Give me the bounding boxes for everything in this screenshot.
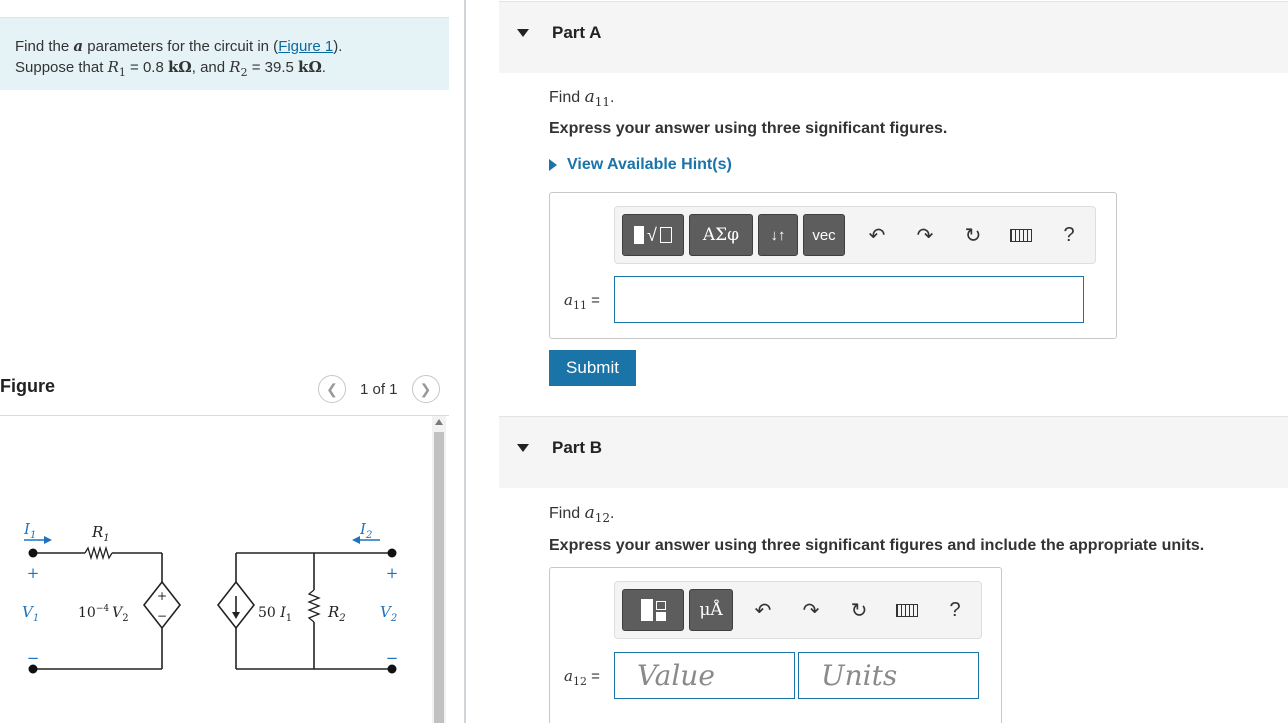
value-placeholder: Value xyxy=(637,659,715,692)
submit-button[interactable]: Submit xyxy=(549,350,636,386)
panel-divider xyxy=(464,0,466,723)
v2-plus: + xyxy=(386,564,399,582)
figure-pager: ❮ 1 of 1 ❯ xyxy=(318,375,440,403)
a12-input-label: a12 = xyxy=(564,667,600,688)
units-button[interactable]: μÅ xyxy=(689,589,733,631)
reset-icon[interactable]: ↻ xyxy=(845,596,873,624)
dep-voltage-source-label: 10−4 V2 xyxy=(78,604,129,624)
chevron-right-icon: ❯ xyxy=(419,380,432,397)
v1-minus: − xyxy=(27,649,40,667)
v1-label: V1 xyxy=(22,603,39,624)
dep-source-plus: + xyxy=(157,589,167,603)
value-units-template-button[interactable] xyxy=(622,589,684,631)
part-a-answer-box: √ ΑΣφ ↓↑ vec ↶ ↷ ↻ ? a11 = xyxy=(549,192,1117,339)
units-input[interactable]: Units xyxy=(798,652,979,699)
part-a-instructions: Express your answer using three signific… xyxy=(549,120,948,137)
problem-statement: Find the a parameters for the circuit in… xyxy=(0,17,449,90)
part-a-header[interactable]: Part A xyxy=(499,1,1288,73)
i1-label: I1 xyxy=(23,520,36,541)
reset-icon[interactable]: ↻ xyxy=(959,221,987,249)
redo-icon[interactable]: ↷ xyxy=(911,221,939,249)
a11-answer-input[interactable] xyxy=(614,276,1084,323)
value-units-template-icon xyxy=(640,599,666,621)
math-toolbar: √ ΑΣφ ↓↑ vec ↶ ↷ ↻ ? xyxy=(614,206,1096,264)
help-button[interactable]: ? xyxy=(1055,221,1083,249)
dep-source-minus: − xyxy=(157,609,167,623)
dep-current-source-label: 50 I1 xyxy=(258,605,292,624)
r1-label: R1 xyxy=(91,523,110,544)
figure-link[interactable]: Figure 1 xyxy=(278,38,333,55)
collapse-arrow-icon[interactable] xyxy=(517,444,529,452)
undo-icon[interactable]: ↶ xyxy=(863,221,891,249)
problem-line-2: Suppose that R1 = 0.8 kΩ, and R2 = 39.5 … xyxy=(15,58,326,79)
prev-figure-button[interactable]: ❮ xyxy=(318,375,346,403)
scroll-up-arrow-icon[interactable] xyxy=(435,419,443,425)
part-a-title: Part A xyxy=(552,23,602,42)
figure-divider xyxy=(0,415,449,416)
math-toolbar: μÅ ↶ ↷ ↻ ? xyxy=(614,581,982,639)
subscript-superscript-button[interactable]: ↓↑ xyxy=(758,214,798,256)
part-b-answer-box: μÅ ↶ ↷ ↻ ? a12 = Value Units xyxy=(549,567,1002,723)
expand-arrow-icon xyxy=(549,159,557,171)
help-button[interactable]: ? xyxy=(941,596,969,624)
i2-label: I2 xyxy=(359,520,372,541)
template-button[interactable]: √ xyxy=(622,214,684,256)
value-input[interactable]: Value xyxy=(614,652,795,699)
a11-input-label: a11 = xyxy=(564,291,600,312)
chevron-left-icon: ❮ xyxy=(326,380,338,397)
v2-label: V2 xyxy=(380,603,397,624)
v1-plus: + xyxy=(27,564,40,582)
redo-icon[interactable]: ↷ xyxy=(797,596,825,624)
undo-icon[interactable]: ↶ xyxy=(749,596,777,624)
collapse-arrow-icon[interactable] xyxy=(517,29,529,37)
part-b-title: Part B xyxy=(552,438,603,457)
next-figure-button[interactable]: ❯ xyxy=(411,375,440,403)
v2-minus: − xyxy=(386,649,399,667)
view-hints-link[interactable]: View Available Hint(s) xyxy=(549,156,732,174)
figure-scrollbar[interactable] xyxy=(432,416,446,723)
fraction-sqrt-template-icon: √ xyxy=(634,225,672,246)
vector-button[interactable]: vec xyxy=(803,214,845,256)
part-b-header[interactable]: Part B xyxy=(499,416,1288,488)
scrollbar-thumb[interactable] xyxy=(434,432,444,723)
r2-label: R2 xyxy=(327,603,346,624)
pager-text: 1 of 1 xyxy=(360,380,398,398)
keyboard-icon[interactable] xyxy=(1007,221,1035,249)
greek-symbols-button[interactable]: ΑΣφ xyxy=(689,214,753,256)
problem-line-1: Find the a parameters for the circuit in… xyxy=(15,37,343,55)
part-b-prompt: Find a12. xyxy=(549,503,615,526)
circuit-diagram: + − + − + − I1 I2 R1 V1 V2 10−4 V2 50 I1 … xyxy=(22,520,399,674)
units-placeholder: Units xyxy=(821,659,898,692)
figure-title: Figure xyxy=(0,376,56,396)
part-b-instructions: Express your answer using three signific… xyxy=(549,537,1205,554)
part-a-prompt: Find a11. xyxy=(549,87,615,110)
keyboard-icon[interactable] xyxy=(893,596,921,624)
